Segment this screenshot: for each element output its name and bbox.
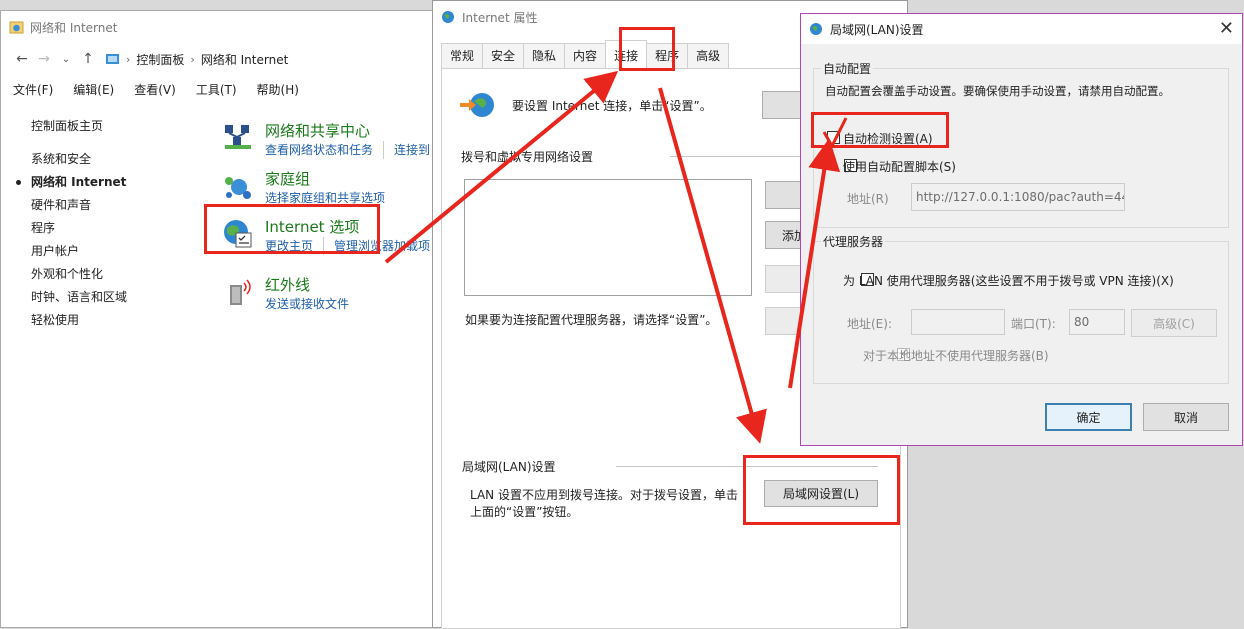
- annotation-arrow: [788, 138, 841, 389]
- annotation-arrow: [384, 70, 619, 264]
- annotation-checkmark: [822, 117, 848, 150]
- annotation-arrows: [384, 70, 848, 444]
- annotation-arrow: [658, 87, 767, 444]
